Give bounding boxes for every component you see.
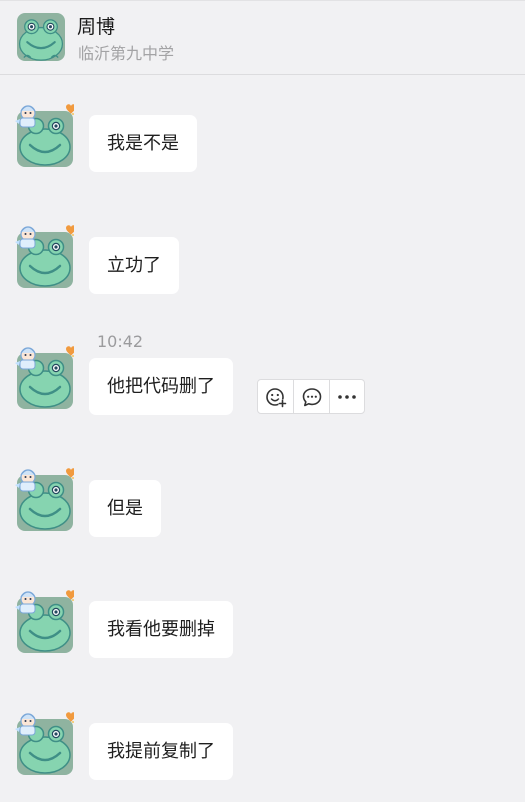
message-bubble[interactable]: 我提前复制了: [89, 723, 233, 780]
message-bubble[interactable]: 但是: [89, 480, 161, 537]
sender-avatar[interactable]: [14, 99, 74, 167]
sender-avatar[interactable]: [14, 707, 74, 775]
chat-header: 周博 临沂第九中学: [0, 1, 525, 75]
chat-window: 周博 临沂第九中学 我是不是 立功了 10:42 他把代码删了 但是 我看他要删…: [0, 0, 525, 802]
contact-avatar[interactable]: [17, 13, 65, 61]
reply-button[interactable]: [293, 380, 328, 413]
contact-organization: 临沂第九中学: [78, 44, 175, 63]
more-icon: [338, 394, 356, 399]
message-timestamp: 10:42: [97, 332, 144, 351]
message-bubble[interactable]: 我是不是: [89, 115, 197, 172]
reply-icon: [302, 387, 321, 406]
message-bubble[interactable]: 我看他要删掉: [89, 601, 233, 658]
message-bubble[interactable]: 他把代码删了: [89, 358, 233, 415]
message-bubble[interactable]: 立功了: [89, 237, 179, 294]
sender-avatar[interactable]: [14, 463, 74, 531]
add-reaction-icon: [265, 387, 287, 407]
sender-avatar[interactable]: [14, 585, 74, 653]
message-actions-toolbar: [257, 379, 365, 414]
contact-name[interactable]: 周博: [77, 15, 115, 39]
more-button[interactable]: [328, 380, 364, 413]
sender-avatar[interactable]: [14, 220, 74, 288]
add-reaction-button[interactable]: [258, 380, 293, 413]
sender-avatar[interactable]: [14, 341, 74, 409]
